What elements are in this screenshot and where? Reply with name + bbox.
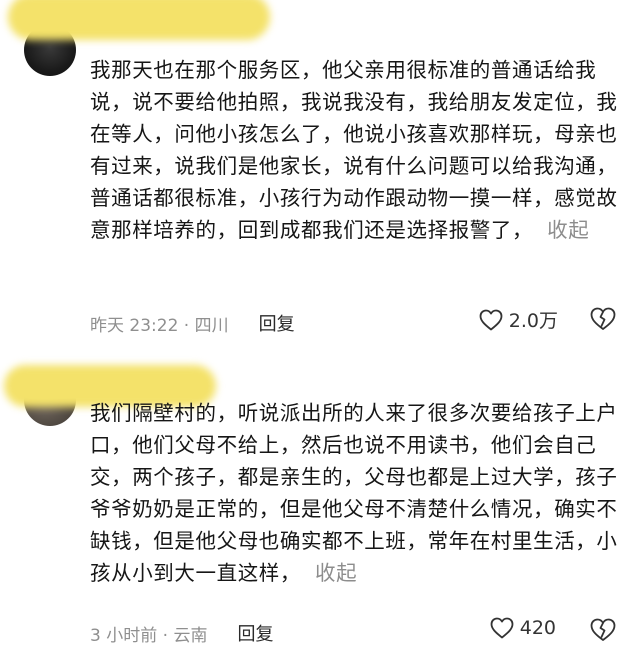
comment-text: 我们隔壁村的，听说派出所的人来了很多次要给孩子上户口，他们父母不给上，然后也说不… <box>90 397 620 589</box>
broken-heart-icon <box>590 618 616 642</box>
collapse-link[interactable]: 收起 <box>547 218 589 242</box>
comment-time-location: 昨天 23:22 · 四川 <box>90 315 229 336</box>
comment-meta: 昨天 23:22 · 四川 回复 <box>90 310 295 336</box>
like-count: 2.0万 <box>508 310 558 332</box>
comment-time-location: 3 小时前 · 云南 <box>90 625 208 646</box>
like-button[interactable]: 2.0万 <box>479 306 558 333</box>
dislike-button[interactable] <box>590 307 616 331</box>
comment-location: 云南 <box>173 625 208 646</box>
like-count: 420 <box>519 617 556 639</box>
collapse-link[interactable]: 收起 <box>315 561 357 585</box>
dislike-button[interactable] <box>590 618 616 642</box>
reply-button[interactable]: 回复 <box>237 620 273 646</box>
broken-heart-icon <box>590 307 616 331</box>
comment-location: 四川 <box>194 315 229 336</box>
comment-item: 我们隔壁村的，听说派出所的人来了很多次要给孩子上户口，他们父母不给上，然后也说不… <box>0 345 640 655</box>
comment-time: 昨天 23:22 <box>90 315 179 336</box>
like-button[interactable]: 420 <box>490 617 556 639</box>
comment-time: 3 小时前 <box>90 625 158 646</box>
heart-icon <box>479 309 503 331</box>
comment-body: 我那天也在那个服务区，他父亲用很标准的普通话给我说，说不要给他拍照，我说我没有，… <box>90 58 618 242</box>
username-redacted <box>8 0 270 40</box>
comment-text: 我那天也在那个服务区，他父亲用很标准的普通话给我说，说不要给他拍照，我说我没有，… <box>90 54 620 246</box>
comment-meta: 3 小时前 · 云南 回复 <box>90 620 273 646</box>
comment-body: 我们隔壁村的，听说派出所的人来了很多次要给孩子上户口，他们父母不给上，然后也说不… <box>90 401 618 585</box>
heart-icon <box>490 617 514 639</box>
comment-item: 我那天也在那个服务区，他父亲用很标准的普通话给我说，说不要给他拍照，我说我没有，… <box>0 0 640 345</box>
reply-button[interactable]: 回复 <box>259 310 295 336</box>
